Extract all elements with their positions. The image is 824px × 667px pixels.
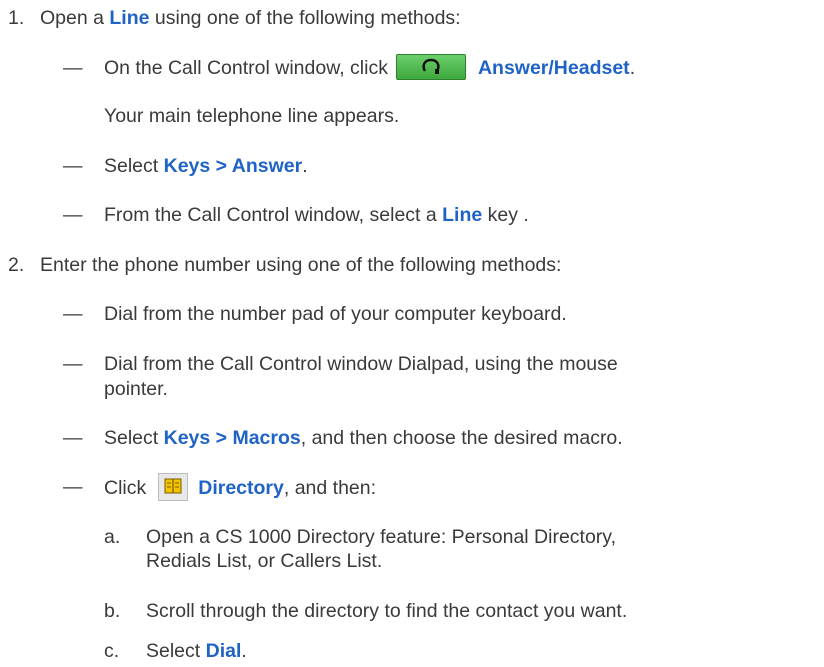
method-text: From the Call Control window, select a L…: [104, 204, 529, 226]
book-icon: [164, 478, 182, 494]
keyword-keys-answer: Keys > Answer: [163, 155, 303, 177]
substep-text: Scroll through the directory to find the…: [146, 600, 628, 622]
step-text: Open a Line using one of the following m…: [40, 7, 461, 29]
dash: —: [63, 303, 83, 325]
dash: —: [63, 353, 83, 375]
substep-text: Open a CS 1000 Directory feature: Person…: [146, 526, 617, 548]
keyword-line: Line: [109, 7, 150, 29]
method-text-cont: pointer.: [104, 378, 168, 400]
method-text: Dial from the number pad of your compute…: [104, 303, 567, 325]
substep-text: Select Dial.: [146, 640, 247, 662]
method-text: Click Directory, and then:: [104, 473, 376, 503]
dash: —: [63, 476, 83, 498]
keyword-answer-headset: Answer/Headset: [477, 57, 630, 80]
note-text: Your main telephone line appears.: [104, 105, 400, 127]
dash: —: [63, 204, 83, 226]
answer-headset-button[interactable]: [395, 54, 466, 80]
keyword-line: Line: [442, 204, 483, 226]
step-number: 2.: [8, 254, 25, 276]
dash: —: [63, 155, 83, 177]
substep-label: b.: [104, 600, 121, 622]
method-text: Select Keys > Answer.: [104, 155, 308, 177]
keyword-keys-macros: Keys > Macros: [163, 427, 301, 449]
method-text: Select Keys > Macros, and then choose th…: [104, 427, 623, 449]
keyword-directory: Directory: [198, 477, 284, 500]
step-text: Enter the phone number using one of the …: [40, 254, 562, 276]
directory-button[interactable]: [158, 473, 189, 501]
dash: —: [63, 427, 83, 449]
substep-label: c.: [104, 640, 120, 662]
substep-text-cont: Redials List, or Callers List.: [146, 550, 383, 572]
substep-label: a.: [104, 526, 121, 548]
dash: —: [63, 57, 83, 79]
headset-icon: [422, 58, 440, 74]
method-text: Dial from the Call Control window Dialpa…: [104, 353, 618, 375]
keyword-dial: Dial: [205, 640, 242, 662]
method-text: On the Call Control window, click Answer/…: [104, 54, 635, 82]
step-number: 1.: [8, 7, 25, 29]
